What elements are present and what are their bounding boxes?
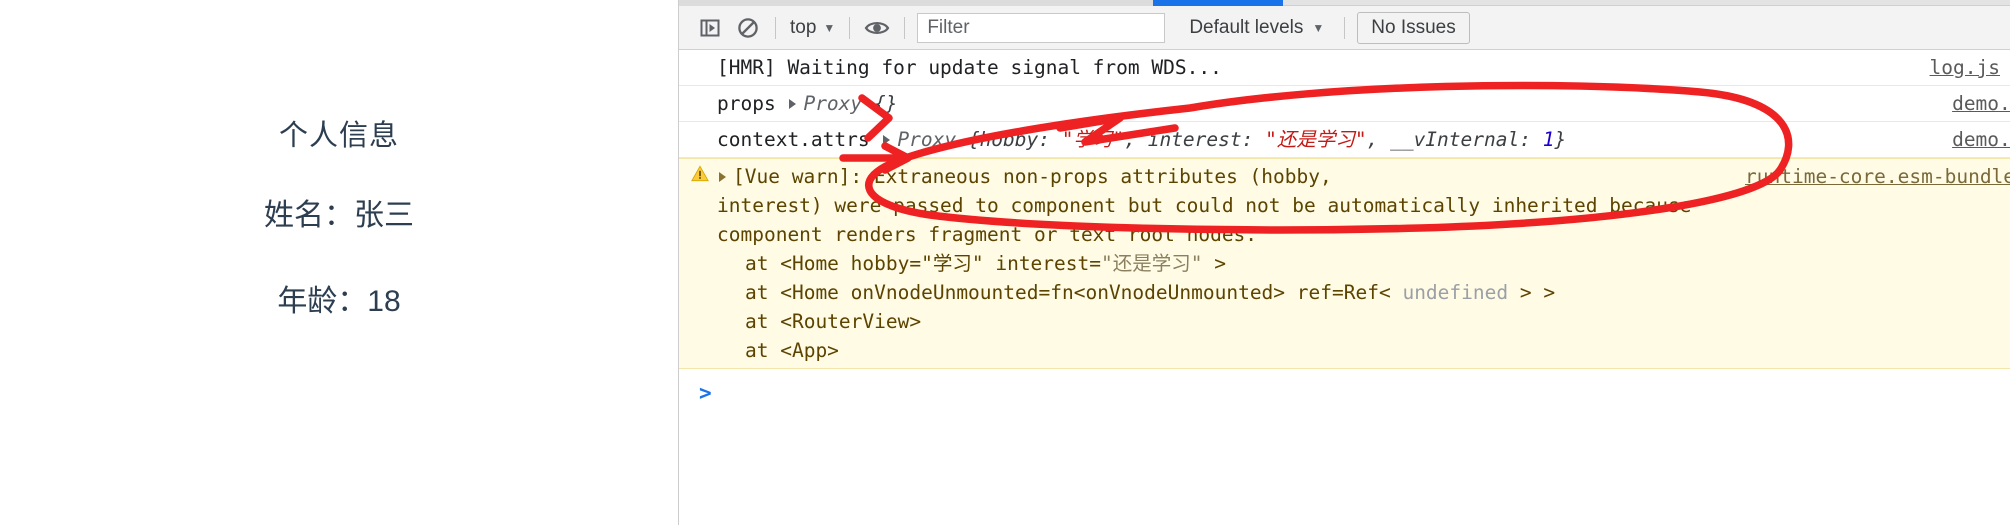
chevron-down-icon: ▼ [823, 20, 836, 35]
log-levels-label: Default levels [1189, 16, 1304, 38]
console-row-hmr[interactable]: [HMR] Waiting for update signal from WDS… [679, 50, 2010, 86]
person-age-line: 年龄：18 [277, 285, 401, 318]
stack-home-interest: "还是学习" [1101, 252, 1203, 275]
console-toolbar: top ▼ Default levels ▼ No Issues [679, 6, 2010, 50]
attrs-proxy-word: Proxy [897, 128, 957, 151]
screenshot-root: 个人信息 姓名：张三 年龄：18 top ▼ Filter Default le… [0, 0, 2010, 525]
attrs-internal-value: 1 [1542, 128, 1555, 151]
expand-triangle-icon[interactable] [789, 98, 797, 109]
warn-stack-line-app: at <App> [745, 339, 839, 362]
devtools-tabstrip [679, 0, 2010, 6]
execution-context-label: top [790, 16, 817, 38]
source-link-log-js[interactable]: log.js [1930, 53, 2000, 82]
warn-stack-line-routerview: at <RouterView> [745, 310, 922, 333]
stack-home2-b: > > [1508, 281, 1556, 304]
attrs-brace-close: } [1554, 128, 1567, 151]
attrs-sep-1: , interest: [1124, 128, 1266, 151]
source-link-demo-vue-1[interactable]: demo.vue [1952, 89, 2010, 118]
show-console-sidebar-icon[interactable] [691, 9, 729, 47]
no-issues-button[interactable]: No Issues [1357, 11, 1470, 44]
console-message-list: [HMR] Waiting for update signal from WDS… [679, 50, 2010, 408]
stack-home-suffix: > [1202, 252, 1226, 275]
log-levels-dropdown[interactable]: Default levels ▼ [1177, 11, 1336, 45]
stack-home-hobby: "学习" [921, 252, 984, 275]
filter-input[interactable] [917, 12, 1166, 43]
attrs-sep-2: , __vInternal: [1366, 128, 1543, 151]
expand-triangle-icon[interactable] [719, 171, 726, 182]
source-link-demo-vue-2[interactable]: demo.vue [1952, 125, 2010, 154]
active-tab-indicator[interactable] [1153, 0, 1283, 6]
context-attrs-label: context.attrs [717, 128, 870, 151]
console-row-context-attrs[interactable]: context.attrs Proxy {hobby: "学习", intere… [679, 122, 2010, 158]
toolbar-divider-3 [904, 16, 906, 39]
source-link-runtime-core[interactable]: runtime-core.esm-bundler.js [1745, 162, 2010, 191]
warn-stack-line-home: at <Home hobby="学习" interest="还是学习" > [717, 249, 2010, 278]
attrs-brace-open: {hobby: [967, 128, 1062, 151]
stack-home2-undefined: undefined [1402, 281, 1509, 304]
props-proxy-word: Proxy [803, 92, 863, 115]
warn-line-3: component renders fragment or text root … [717, 223, 1258, 246]
devtools-panel: top ▼ Default levels ▼ No Issues [678, 0, 2010, 525]
attrs-interest-value: "还是学习" [1265, 128, 1367, 151]
stack-home2-a: at <Home onVnodeUnmounted=fn<onVnodeUnmo… [745, 281, 1403, 304]
props-proxy-body: {} [873, 92, 898, 115]
console-row-props[interactable]: props Proxy {} demo.vue [679, 86, 2010, 122]
props-label: props [717, 92, 776, 115]
toolbar-divider-1 [775, 16, 776, 39]
expand-triangle-icon[interactable] [883, 134, 891, 145]
stack-home-mid: interest= [983, 252, 1101, 275]
app-preview-pane: 个人信息 姓名：张三 年龄：18 [0, 0, 678, 525]
chevron-down-icon: ▼ [1312, 20, 1325, 35]
toolbar-divider-2 [849, 16, 851, 39]
clear-console-icon[interactable] [729, 9, 767, 47]
stack-home-prefix: at <Home hobby= [745, 252, 922, 275]
live-expression-eye-icon[interactable] [858, 9, 896, 47]
console-row-vue-warning[interactable]: runtime-core.esm-bundler.js [Vue warn]: … [679, 158, 2010, 369]
warn-line-1: [Vue warn]: Extraneous non-props attribu… [733, 165, 1332, 188]
warning-triangle-icon [691, 165, 709, 182]
person-name-line: 姓名：张三 [264, 199, 414, 232]
toolbar-divider-4 [1344, 16, 1346, 39]
tabstrip-inactive-area [679, 0, 1153, 6]
hmr-message-text: [HMR] Waiting for update signal from WDS… [717, 56, 1222, 79]
execution-context-dropdown[interactable]: top ▼ [784, 11, 841, 45]
warn-line-2: interest) were passed to component but c… [717, 194, 1692, 217]
page-title: 个人信息 [278, 120, 399, 152]
console-prompt[interactable]: > [679, 369, 2010, 408]
prompt-chevron-icon: > [699, 381, 712, 405]
warn-stack-line-home2: at <Home onVnodeUnmounted=fn<onVnodeUnmo… [717, 278, 2010, 307]
attrs-hobby-value: "学习" [1061, 128, 1125, 151]
